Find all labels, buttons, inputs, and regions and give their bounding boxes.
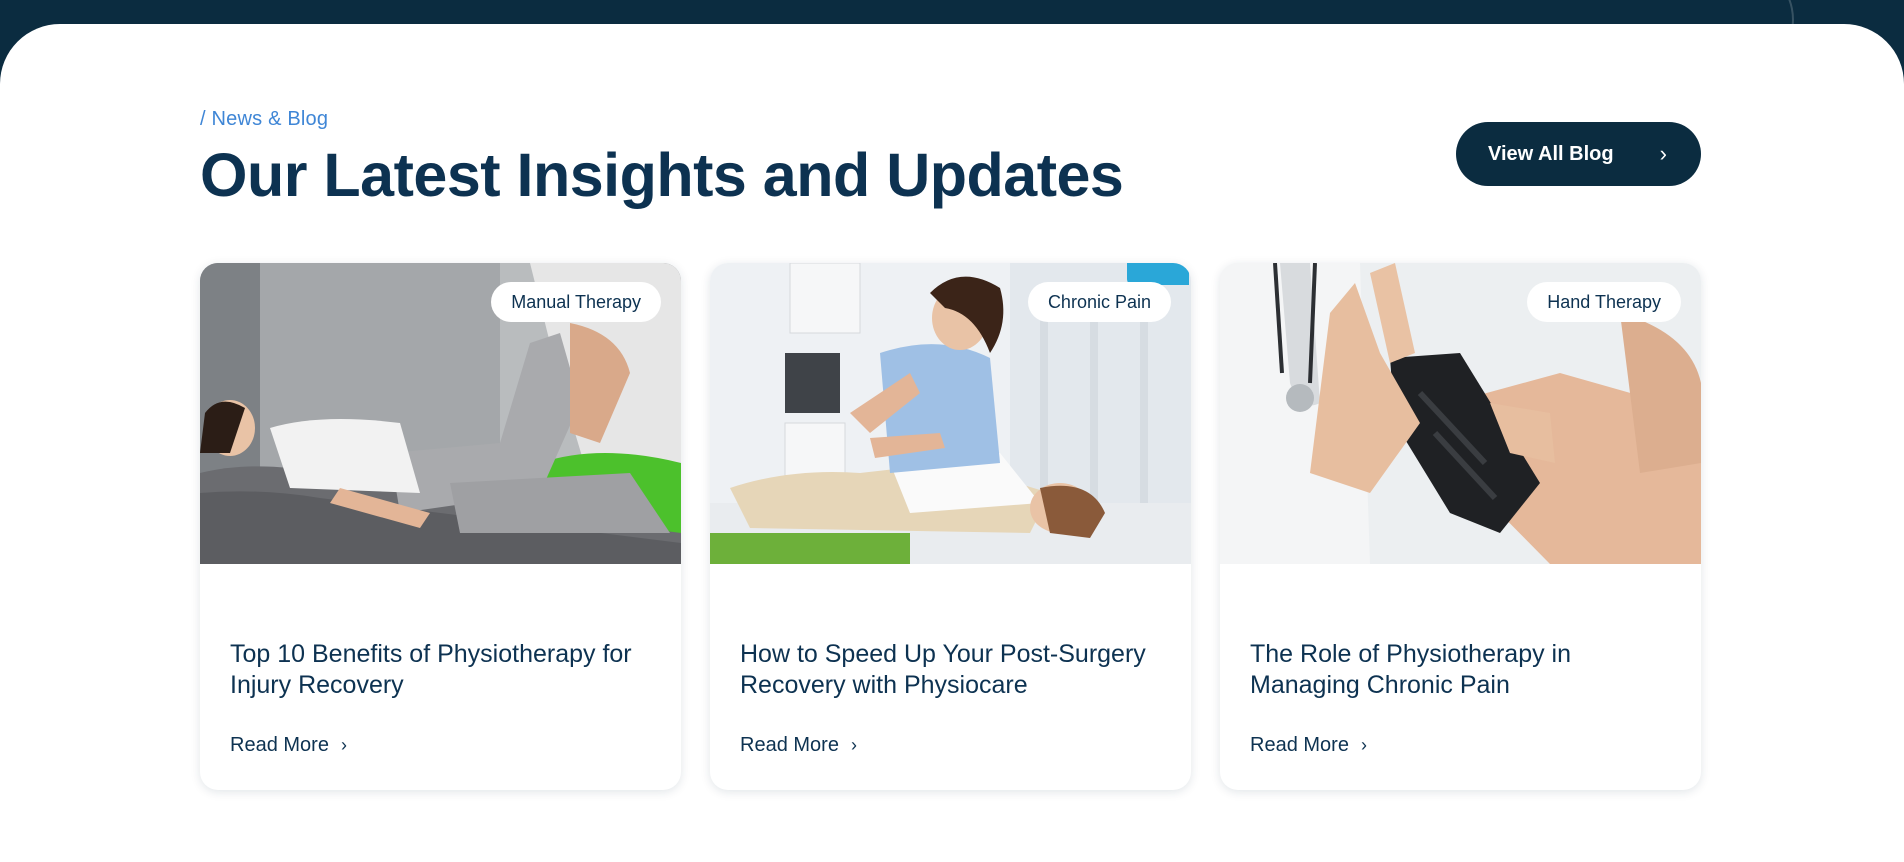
blog-card[interactable]: Manual Therapy Top 10 Benefits of Physio…	[200, 263, 681, 790]
section-eyebrow: / News & Blog	[200, 108, 329, 130]
category-tag[interactable]: Manual Therapy	[491, 282, 661, 322]
read-more-label: Read More	[1250, 734, 1349, 756]
read-more-link[interactable]: Read More ›	[1250, 734, 1367, 757]
chevron-right-icon: ›	[850, 735, 857, 755]
category-tag[interactable]: Hand Therapy	[1527, 282, 1681, 322]
read-more-link[interactable]: Read More ›	[740, 734, 857, 757]
chevron-right-icon: ›	[1659, 141, 1667, 166]
view-all-blog-button[interactable]: View All Blog ›	[1456, 122, 1701, 186]
chevron-right-icon: ›	[1360, 735, 1367, 755]
blog-card-image[interactable]: Manual Therapy	[200, 263, 681, 564]
read-more-link[interactable]: Read More ›	[230, 734, 347, 757]
view-all-blog-label: View All Blog	[1488, 142, 1614, 165]
blog-card-image[interactable]: Hand Therapy	[1220, 263, 1701, 564]
blog-card-title[interactable]: The Role of Physiotherapy in Managing Ch…	[1250, 639, 1680, 701]
read-more-label: Read More	[230, 734, 329, 756]
blog-card-title[interactable]: Top 10 Benefits of Physiotherapy for Inj…	[230, 639, 660, 701]
blog-card[interactable]: Hand Therapy The Role of Physiotherapy i…	[1220, 263, 1701, 790]
blog-card-image[interactable]: Chronic Pain	[710, 263, 1191, 564]
chevron-right-icon: ›	[340, 735, 347, 755]
read-more-label: Read More	[740, 734, 839, 756]
category-tag[interactable]: Chronic Pain	[1027, 282, 1171, 322]
blog-card-title[interactable]: How to Speed Up Your Post-Surgery Recove…	[740, 639, 1170, 701]
section-title: Our Latest Insights and Updates	[200, 141, 1124, 209]
blog-card[interactable]: Chronic Pain How to Speed Up Your Post-S…	[710, 263, 1191, 790]
